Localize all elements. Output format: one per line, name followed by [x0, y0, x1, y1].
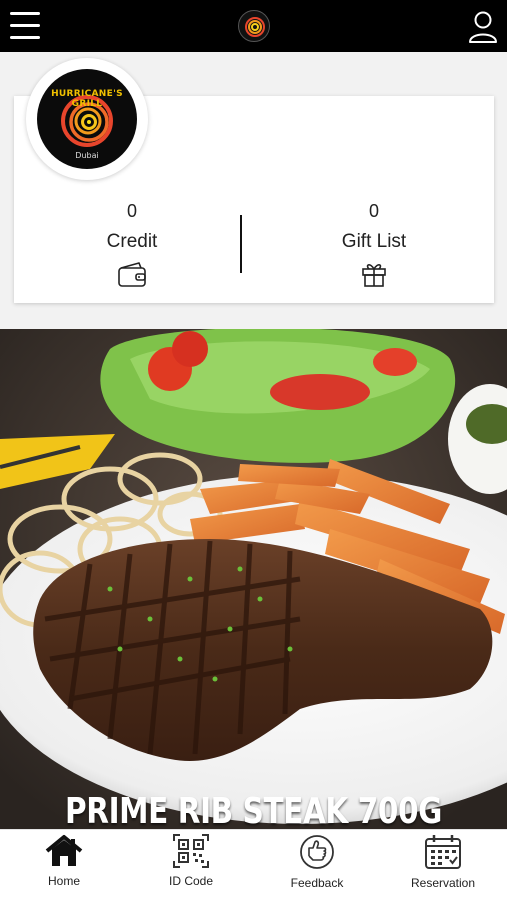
gift-icon [362, 264, 386, 287]
bottom-navigation: Home ID Code Feedback Reservation [0, 829, 507, 900]
home-icon [45, 835, 83, 866]
feedback-hand-icon [300, 835, 334, 869]
app-root: HURRICANE'S GRILL Dubai 0 Credit 0 Gift … [0, 0, 507, 900]
top-bar [0, 0, 507, 52]
nav-feedback-label: Feedback [290, 876, 344, 890]
nav-home-label: Home [47, 874, 80, 888]
nav-feedback[interactable]: Feedback [262, 834, 372, 898]
nav-reservation-label: Reservation [410, 876, 476, 890]
gift-list-value: 0 [368, 201, 379, 221]
brand-city-text: Dubai [75, 151, 99, 160]
featured-dish-image[interactable]: PRIME RIB STEAK 700G [0, 329, 507, 829]
nav-home[interactable]: Home [9, 834, 119, 898]
gift-list-label: Gift List [341, 231, 407, 252]
gift-list-stat[interactable]: 0 Gift List [274, 200, 474, 288]
brand-logo-badge: HURRICANE'S GRILL Dubai [26, 58, 148, 180]
credit-value: 0 [126, 201, 137, 221]
user-profile-icon[interactable] [468, 10, 498, 44]
qr-code-icon [173, 834, 209, 868]
hamburger-menu-icon[interactable] [10, 12, 40, 40]
credit-label: Credit [106, 231, 158, 252]
nav-id-code-label: ID Code [168, 874, 214, 888]
nav-reservation[interactable]: Reservation [388, 834, 498, 898]
hurricanes-grill-logo [238, 10, 270, 42]
credit-stat[interactable]: 0 Credit [32, 200, 232, 288]
stats-divider [240, 215, 242, 273]
calendar-icon [425, 835, 461, 869]
brand-logo: HURRICANE'S GRILL Dubai [37, 69, 137, 169]
brand-name-text: HURRICANE'S GRILL [51, 89, 123, 109]
nav-id-code[interactable]: ID Code [136, 834, 246, 898]
wallet-icon [118, 262, 146, 287]
dish-caption: PRIME RIB STEAK 700G [65, 791, 442, 829]
